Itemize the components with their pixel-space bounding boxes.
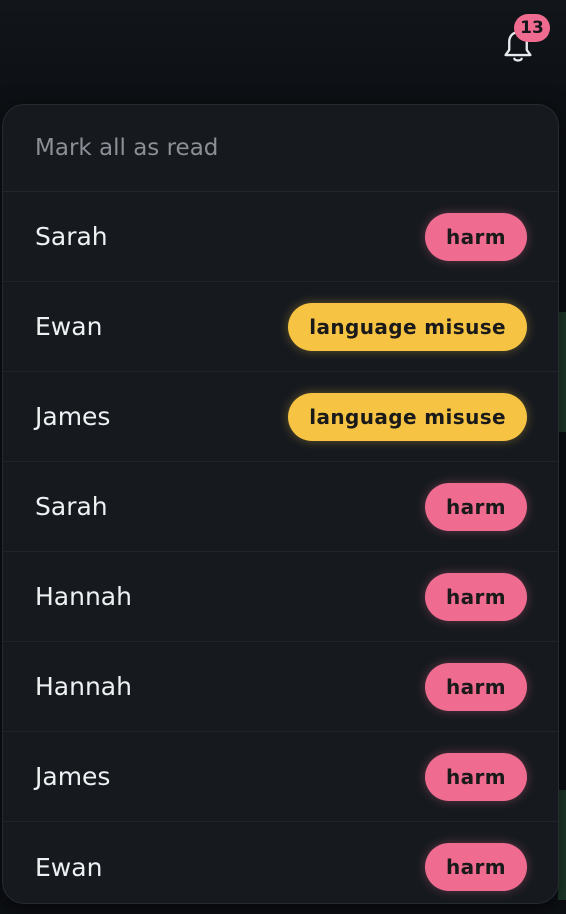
notification-item[interactable]: Ewan language misuse bbox=[3, 282, 558, 372]
notification-tag: harm bbox=[424, 572, 527, 621]
notification-sender: Ewan bbox=[35, 852, 103, 882]
notification-tag: language misuse bbox=[288, 392, 527, 441]
notification-count-badge: 13 bbox=[514, 14, 550, 42]
notification-item[interactable]: Hannah harm bbox=[3, 642, 558, 732]
notification-sender: Ewan bbox=[35, 312, 103, 341]
mark-all-read-link[interactable]: Mark all as read bbox=[35, 135, 218, 161]
notifications-button[interactable]: 13 bbox=[498, 14, 550, 66]
background-edge bbox=[558, 790, 566, 900]
notification-sender: Sarah bbox=[35, 492, 108, 521]
notification-tag: harm bbox=[424, 752, 527, 801]
notification-item[interactable]: Hannah harm bbox=[3, 552, 558, 642]
notification-item[interactable]: James harm bbox=[3, 732, 558, 822]
notification-tag: harm bbox=[424, 662, 527, 711]
notification-item[interactable]: Sarah harm bbox=[3, 462, 558, 552]
notification-sender: Sarah bbox=[35, 222, 108, 251]
top-bar bbox=[0, 0, 566, 95]
notifications-header: Mark all as read bbox=[3, 105, 558, 192]
notification-tag: harm bbox=[424, 482, 527, 531]
notification-sender: Hannah bbox=[35, 582, 132, 611]
background-edge bbox=[558, 312, 566, 432]
notification-sender: James bbox=[35, 762, 111, 791]
notification-sender: Hannah bbox=[35, 672, 132, 701]
notifications-panel: Mark all as read Sarah harm Ewan languag… bbox=[2, 104, 559, 904]
notification-item[interactable]: Ewan harm bbox=[3, 822, 558, 903]
notification-tag: language misuse bbox=[288, 302, 527, 351]
notification-item[interactable]: James language misuse bbox=[3, 372, 558, 462]
notification-tag: harm bbox=[424, 843, 527, 891]
notification-tag: harm bbox=[424, 212, 527, 261]
notification-sender: James bbox=[35, 402, 111, 431]
notification-item[interactable]: Sarah harm bbox=[3, 192, 558, 282]
